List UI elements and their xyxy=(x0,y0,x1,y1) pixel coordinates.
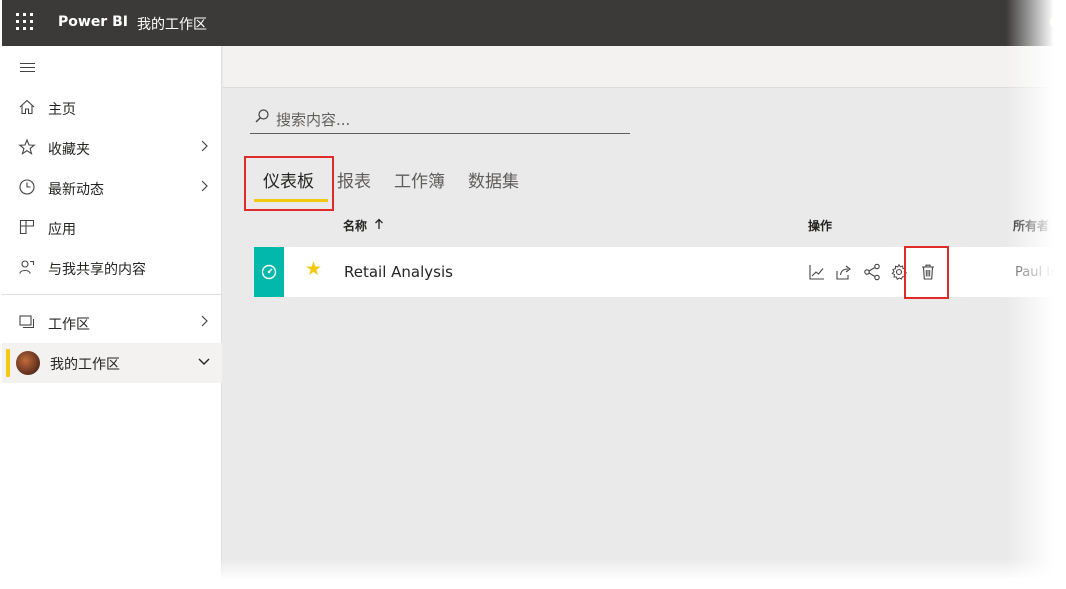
sidebar-item-my-workspace[interactable]: 我的工作区 xyxy=(2,343,222,383)
shared-with-me-icon xyxy=(19,260,35,274)
hamburger-menu-icon[interactable] xyxy=(20,62,36,74)
chevron-right-icon[interactable] xyxy=(197,139,211,153)
sidebar-item-shared[interactable]: 与我共享的内容 xyxy=(2,248,222,288)
sidebar-item-recent[interactable]: 最新动态 xyxy=(2,168,222,208)
sidebar-item-label: 收藏夹 xyxy=(48,142,90,158)
search-box[interactable]: 搜索内容... xyxy=(250,106,630,134)
dashboard-gauge-icon xyxy=(261,264,277,280)
app-launcher-icon[interactable] xyxy=(16,13,34,31)
app-window: Power BI 我的工作区 主页 收藏夹 最新动态 应用 与我共享的内容 工作… xyxy=(2,0,1066,578)
connections-icon[interactable] xyxy=(863,263,881,281)
tab-datasets[interactable]: 数据集 xyxy=(468,167,519,192)
highlight-box-delete xyxy=(904,246,949,299)
tab-reports[interactable]: 报表 xyxy=(337,167,371,192)
favorite-star-icon[interactable]: ★ xyxy=(305,260,322,279)
share-icon[interactable] xyxy=(835,263,853,281)
clock-icon xyxy=(19,179,35,195)
breadcrumb[interactable]: 我的工作区 xyxy=(137,14,207,34)
sidebar-item-label: 与我共享的内容 xyxy=(48,262,146,278)
highlight-box-tab xyxy=(244,156,334,211)
chevron-right-icon[interactable] xyxy=(197,179,211,193)
column-header-owner[interactable]: 所有者 xyxy=(1013,217,1049,234)
search-placeholder: 搜索内容... xyxy=(276,111,351,129)
active-indicator xyxy=(6,349,10,377)
search-icon xyxy=(255,109,269,123)
sidebar-item-label: 最新动态 xyxy=(48,182,104,198)
avatar xyxy=(16,351,40,375)
star-outline-icon xyxy=(18,138,36,155)
insights-icon[interactable] xyxy=(808,263,826,281)
sidebar-item-favorites[interactable]: 收藏夹 xyxy=(2,128,222,168)
chevron-right-icon[interactable] xyxy=(197,314,211,328)
sidebar-item-home[interactable]: 主页 xyxy=(2,88,222,128)
tab-workbooks[interactable]: 工作簿 xyxy=(394,167,445,192)
sidebar-item-label: 工作区 xyxy=(48,317,90,333)
notification-dot xyxy=(1050,15,1064,29)
item-owner: Paul Int xyxy=(1015,265,1064,280)
sidebar-item-label: 应用 xyxy=(48,222,76,238)
sidebar-item-label: 我的工作区 xyxy=(50,357,120,373)
column-header-name[interactable]: 名称 xyxy=(343,217,367,234)
sidebar-item-label: 主页 xyxy=(48,102,76,118)
sidebar-item-apps[interactable]: 应用 xyxy=(2,208,222,248)
sort-ascending-icon[interactable] xyxy=(374,218,384,230)
column-header-actions: 操作 xyxy=(808,219,833,233)
workspaces-icon xyxy=(19,315,35,329)
sidebar: 主页 收藏夹 最新动态 应用 与我共享的内容 工作区 我的工作区 xyxy=(2,46,222,578)
chevron-down-icon[interactable] xyxy=(197,354,211,368)
apps-icon xyxy=(19,219,35,235)
content-header xyxy=(223,46,1066,88)
dashboard-tile xyxy=(254,247,284,297)
item-name[interactable]: Retail Analysis xyxy=(344,263,453,281)
app-name[interactable]: Power BI xyxy=(58,14,128,30)
sidebar-item-workspaces[interactable]: 工作区 xyxy=(2,303,222,343)
sidebar-divider xyxy=(2,294,222,295)
home-icon xyxy=(19,99,35,115)
top-bar: Power BI 我的工作区 xyxy=(2,0,1066,46)
